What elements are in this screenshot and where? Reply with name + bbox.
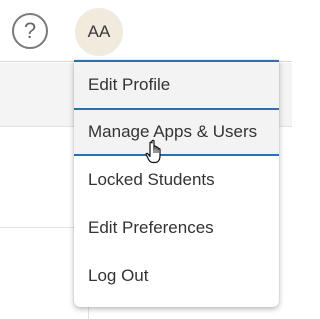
menu-item-edit-profile[interactable]: Edit Profile [74,60,279,108]
menu-item-label: Edit Preferences [88,218,214,237]
menu-item-label: Manage Apps & Users [88,122,258,141]
menu-item-log-out[interactable]: Log Out [74,252,279,300]
user-dropdown-menu: Edit Profile Manage Apps & Users Locked … [74,60,279,307]
menu-item-label: Edit Profile [88,75,171,94]
app-page: ? AA Edit Profile Manage Apps & Users Lo… [0,0,292,319]
avatar-initials: AA [87,22,111,41]
top-header-bar: ? AA [0,0,292,62]
menu-item-locked-students[interactable]: Locked Students [74,156,279,204]
menu-item-label: Locked Students [88,170,215,189]
user-avatar-button[interactable]: AA [75,8,123,56]
background-divider [0,227,80,228]
menu-item-manage-apps-users[interactable]: Manage Apps & Users [74,108,279,156]
help-question-icon[interactable]: ? [12,13,48,49]
menu-item-label: Log Out [88,266,149,285]
help-glyph: ? [23,18,37,43]
hand-pointer-icon [145,139,161,164]
menu-item-edit-preferences[interactable]: Edit Preferences [74,204,279,252]
